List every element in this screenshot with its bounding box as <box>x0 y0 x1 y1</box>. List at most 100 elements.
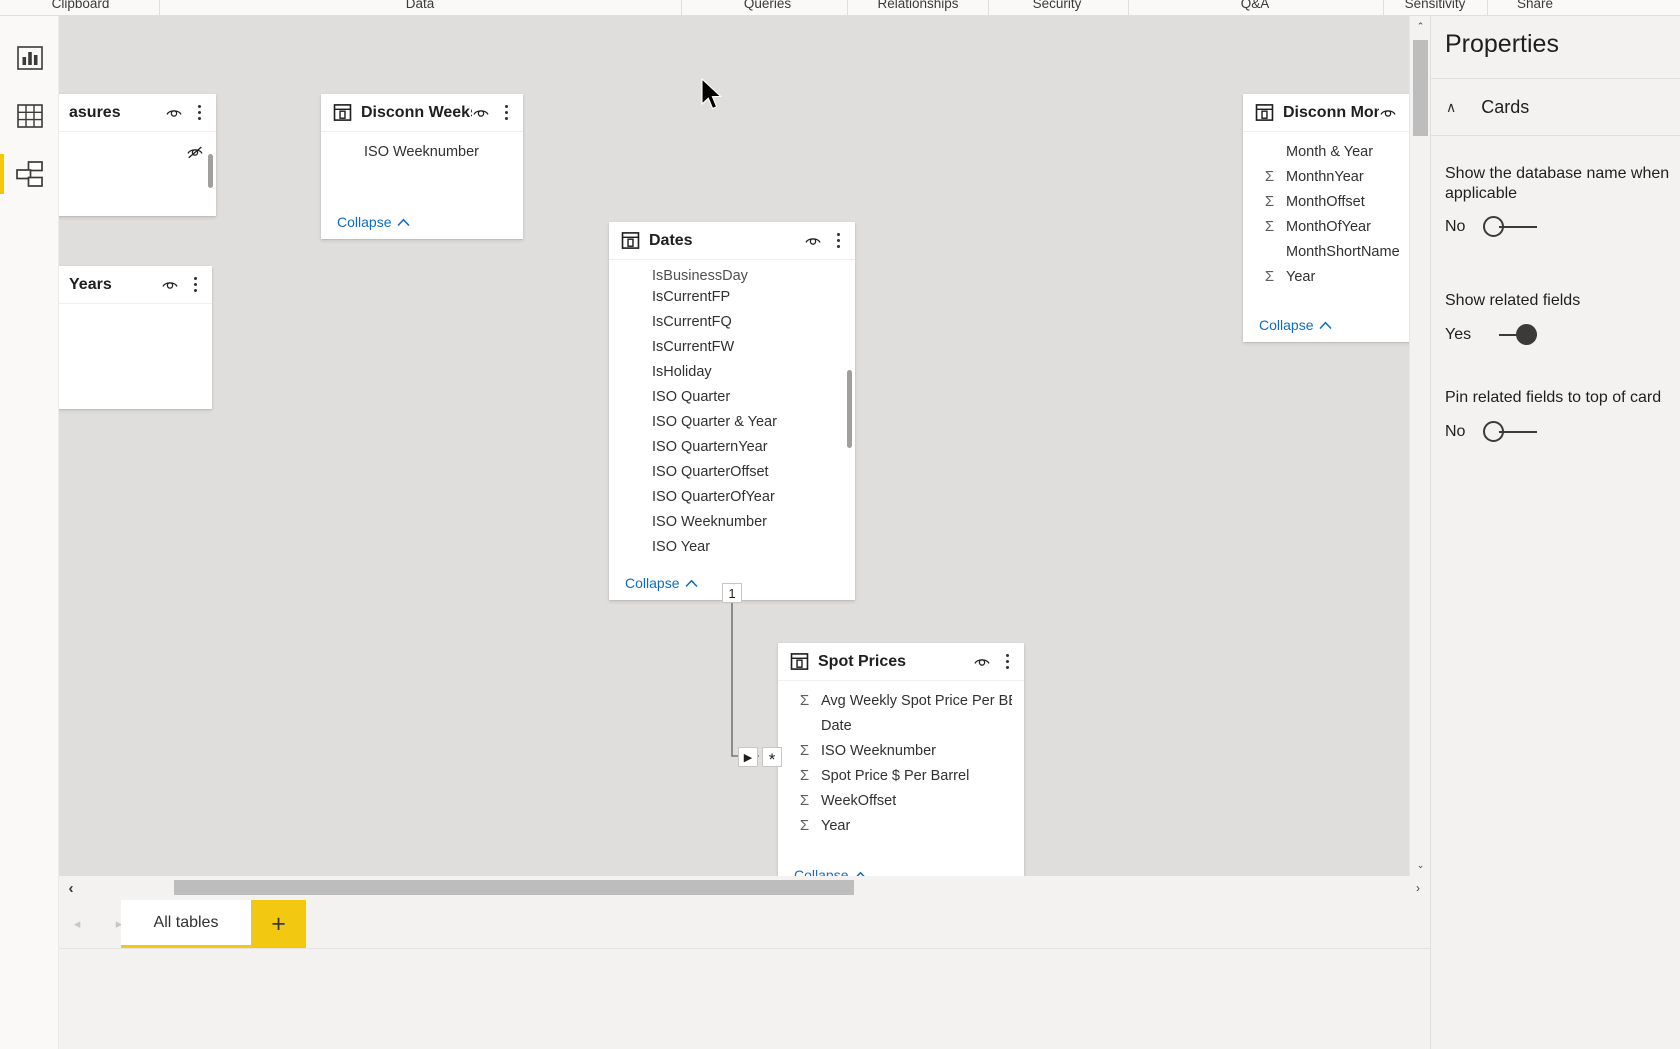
table-card-header-actions <box>472 104 513 122</box>
table-card-spot-prices[interactable]: Spot Prices Σ Avg Weekly Spot Price Per BB… <box>778 643 1024 876</box>
ribbon-group-share: Share <box>1516 0 1554 11</box>
field-row[interactable]: ISO Weeknumber <box>609 509 855 534</box>
sigma-aggregate-icon: Σ <box>799 767 810 784</box>
table-card-measures[interactable]: asures <box>59 94 216 216</box>
properties-title: Properties <box>1445 30 1559 58</box>
field-row[interactable]: MonthShortName <box>1243 239 1430 264</box>
eye-icon[interactable] <box>161 276 179 294</box>
table-card-header[interactable]: asures <box>59 94 216 132</box>
field-row[interactable]: IsCurrentFP <box>609 284 855 309</box>
field-row[interactable]: ISO Quarter & Year <box>609 409 855 434</box>
table-card-disconn-months[interactable]: Disconn MonthsMonth & YearΣMonthnYearΣMo… <box>1243 94 1430 342</box>
collapse-button[interactable]: Collapse <box>1243 308 1430 342</box>
field-row[interactable]: Σ ISO Weeknumber <box>778 738 1024 763</box>
ribbon-group-queries: Queries <box>743 0 792 11</box>
sidebar-item-data-view[interactable] <box>0 92 59 140</box>
field-row[interactable]: IsBusinessDay <box>609 267 855 284</box>
relationship-cross-filter-arrow[interactable]: ▶ <box>738 747 758 767</box>
horizontal-scroll-thumb[interactable] <box>174 880 854 895</box>
table-icon <box>790 652 809 671</box>
field-row[interactable]: ISO Year <box>609 534 855 559</box>
vertical-scroll-thumb[interactable] <box>1413 40 1428 136</box>
field-row[interactable]: IsCurrentFW <box>609 334 855 359</box>
toggle-state-text: No <box>1445 422 1466 440</box>
field-row[interactable]: IsHoliday <box>609 359 855 384</box>
field-row[interactable]: ISO QuarternYear <box>609 434 855 459</box>
field-row[interactable]: ISO QuarterOffset <box>609 459 855 484</box>
table-card-dates[interactable]: Dates IsBusinessDay IsCurrentFP IsCurrentFQ… <box>609 222 855 600</box>
show-database-name-toggle[interactable] <box>1483 216 1537 238</box>
field-row[interactable]: Σ MonthOffset <box>1243 189 1430 214</box>
model-canvas[interactable]: asures Years Disconn Weeks ISO Weeknumber Co… <box>59 16 1430 876</box>
pin-related-fields-toggle[interactable] <box>1483 420 1537 443</box>
ribbon-group-sensitivity: Sensitivity <box>1404 0 1466 11</box>
field-row[interactable]: Σ MonthOfYear <box>1243 214 1430 239</box>
table-card-header[interactable]: Disconn Months <box>1243 94 1430 132</box>
field-row[interactable]: Σ Year <box>778 813 1024 838</box>
cards-section-divider <box>1431 135 1680 136</box>
field-row[interactable]: Month & Year <box>1243 139 1430 164</box>
add-page-button[interactable]: + <box>251 900 306 948</box>
sigma-aggregate-icon: Σ <box>1264 268 1275 285</box>
field-row[interactable]: Σ WeekOffset <box>778 788 1024 813</box>
scroll-right-arrow[interactable]: › <box>1406 876 1430 900</box>
canvas-horizontal-scrollbar[interactable]: ‹ › <box>59 876 1430 900</box>
field-row[interactable]: ISO QuarterOfYear <box>609 484 855 509</box>
left-navigation-rail <box>0 16 59 1049</box>
more-options-icon[interactable] <box>831 232 845 250</box>
field-row[interactable]: Σ Avg Weekly Spot Price Per BBL <box>778 688 1024 713</box>
more-options-icon[interactable] <box>192 104 206 122</box>
field-row[interactable]: ISO Weeknumber <box>321 139 523 164</box>
sidebar-item-report-view[interactable] <box>0 34 59 82</box>
relationship-cardinality-one[interactable]: 1 <box>722 583 742 603</box>
scroll-down-arrow[interactable]: ⌄ <box>1410 855 1431 876</box>
tab-prev-button[interactable]: ◂ <box>63 900 91 948</box>
field-name: MonthOfYear <box>1286 218 1371 235</box>
cards-section-header[interactable]: ∧ Cards <box>1431 79 1680 135</box>
relationship-cardinality-many[interactable]: * <box>762 747 782 768</box>
table-card-title: Disconn Months <box>1283 103 1379 121</box>
more-options-icon[interactable] <box>188 276 202 294</box>
table-card-scroll-thumb[interactable] <box>847 370 852 448</box>
table-card-header[interactable]: Spot Prices <box>778 643 1024 681</box>
table-card-header[interactable]: Years <box>59 266 212 304</box>
show-related-fields-toggle[interactable] <box>1483 323 1537 346</box>
table-card-fields: ISO Weeknumber <box>321 132 523 205</box>
page-tab-bar: ◂ ▸ All tables + <box>59 900 1430 1049</box>
field-row[interactable]: Date <box>778 713 1024 738</box>
eye-off-icon[interactable] <box>186 143 204 161</box>
table-icon <box>1255 103 1274 122</box>
sigma-aggregate-icon: Σ <box>1264 218 1275 235</box>
field-row[interactable]: IsCurrentFQ <box>609 309 855 334</box>
eye-icon[interactable] <box>165 104 183 122</box>
more-options-icon[interactable] <box>499 104 513 122</box>
bar-chart-icon <box>16 46 43 70</box>
field-row[interactable]: Σ Year <box>1243 264 1430 289</box>
field-name: MonthShortName <box>1286 243 1400 260</box>
eye-icon[interactable] <box>804 232 822 250</box>
field-row-hidden[interactable] <box>59 139 216 164</box>
collapse-button[interactable]: Collapse <box>778 858 1024 876</box>
table-card-header[interactable]: Disconn Weeks <box>321 94 523 132</box>
field-row[interactable]: ISO Quarter <box>609 384 855 409</box>
eye-icon[interactable] <box>973 653 991 671</box>
table-card-header[interactable]: Dates <box>609 222 855 260</box>
table-card-years[interactable]: Years <box>59 266 212 409</box>
field-name: Year <box>821 817 851 834</box>
sidebar-item-model-view[interactable] <box>0 150 59 198</box>
scroll-up-arrow[interactable]: ⌃ <box>1410 16 1431 37</box>
table-card-disconn-weeks[interactable]: Disconn Weeks ISO Weeknumber Collapse <box>321 94 523 239</box>
field-row[interactable]: Σ Spot Price $ Per Barrel <box>778 763 1024 788</box>
table-card-fields <box>59 132 216 216</box>
collapse-button[interactable]: Collapse <box>321 205 523 239</box>
field-row[interactable]: Σ MonthnYear <box>1243 164 1430 189</box>
canvas-collapse-button[interactable]: ‹ <box>59 876 83 900</box>
canvas-vertical-scrollbar[interactable]: ⌃ ⌄ <box>1409 16 1430 876</box>
table-card-title: Years <box>69 275 112 293</box>
eye-icon[interactable] <box>472 104 490 122</box>
chevron-up-icon <box>685 575 699 591</box>
tab-all-tables[interactable]: All tables <box>121 900 251 948</box>
eye-icon[interactable] <box>1379 104 1397 122</box>
more-options-icon[interactable] <box>1000 653 1014 671</box>
table-card-scroll-thumb[interactable] <box>208 154 213 188</box>
